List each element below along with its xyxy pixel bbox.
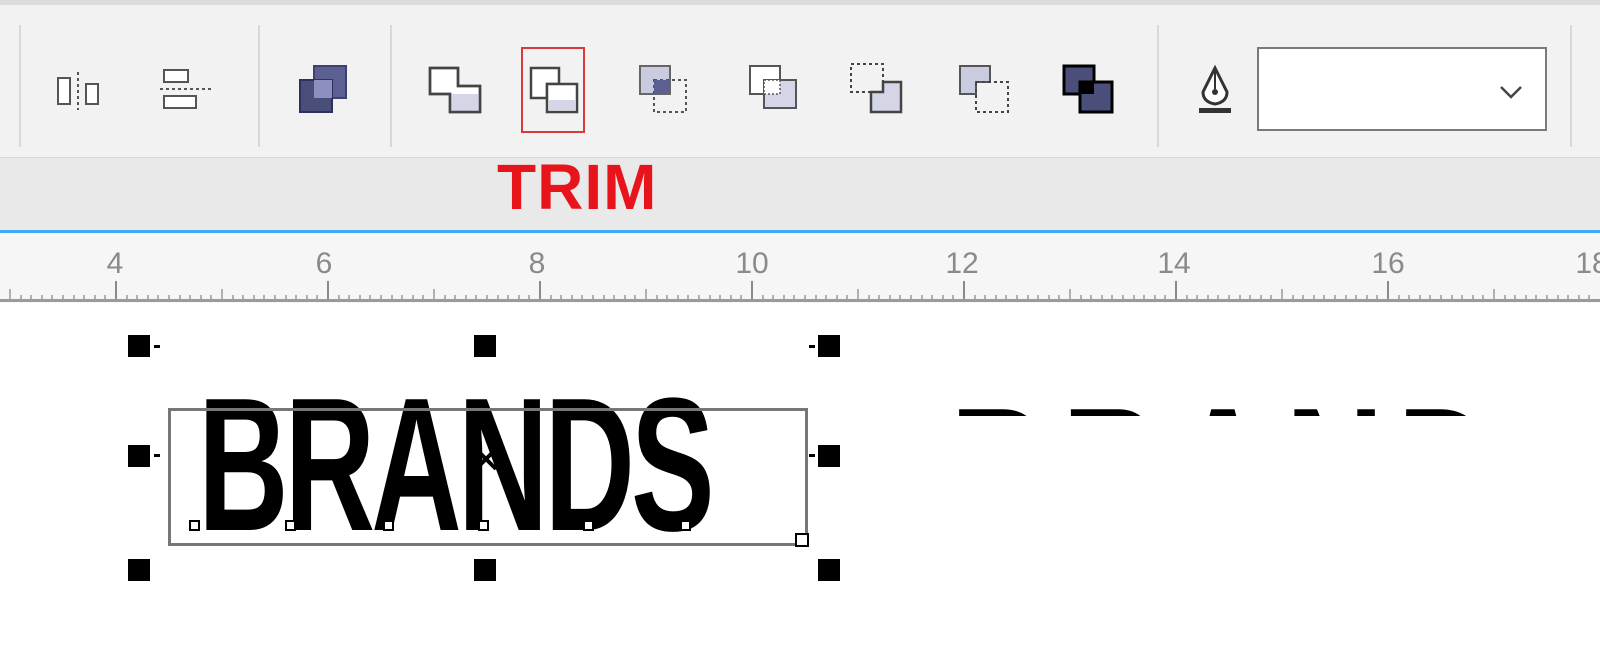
toolbar-separator <box>258 25 260 147</box>
toolbar-separator <box>1570 25 1572 147</box>
ruler-label: 10 <box>735 247 769 280</box>
align-horizontal-button[interactable] <box>156 47 220 133</box>
selection-handle-top-right[interactable] <box>818 335 840 357</box>
selection-handle-middle-left[interactable] <box>128 445 150 467</box>
ruler-label: 6 <box>315 247 333 280</box>
simplify-icon <box>749 65 797 109</box>
outline-pen-button[interactable] <box>1180 47 1250 133</box>
align-horizontal-icon <box>160 69 214 109</box>
weld-icon <box>428 66 482 114</box>
intersect-button[interactable] <box>632 47 696 133</box>
create-boundary-button[interactable] <box>1056 47 1120 133</box>
selection-dash <box>809 454 815 457</box>
ruler-label: 18 <box>1575 247 1600 280</box>
back-minus-front-icon <box>959 65 1009 113</box>
ruler-major-tick <box>327 281 329 301</box>
text-node[interactable] <box>680 520 691 531</box>
ruler-label: 4 <box>106 247 124 280</box>
chevron-down-icon <box>1500 86 1522 99</box>
ruler-major-tick <box>539 281 541 301</box>
front-minus-back-icon <box>850 63 903 114</box>
back-minus-front-button[interactable] <box>952 47 1016 133</box>
rotation-center-icon[interactable] <box>472 445 500 473</box>
horizontal-ruler[interactable]: 4 6 8 10 12 14 16 18 <box>0 233 1600 303</box>
selection-handle-bottom-left[interactable] <box>128 559 150 581</box>
drawing-canvas[interactable]: BRANDS BRANDS <box>0 305 1600 651</box>
selection-handle-bottom-center[interactable] <box>474 559 496 581</box>
ruler-major-tick <box>1175 281 1177 301</box>
ruler-major-tick <box>115 281 117 301</box>
combine-button[interactable] <box>292 47 356 133</box>
ruler-major-tick <box>963 281 965 301</box>
pen-nib-icon <box>1199 64 1231 113</box>
ruler-label: 14 <box>1157 247 1191 280</box>
ruler-label: 16 <box>1371 247 1405 280</box>
ruler-label: 12 <box>945 247 979 280</box>
selection-handle-top-left[interactable] <box>128 335 150 357</box>
toolbar-separator <box>1157 25 1159 147</box>
create-boundary-icon <box>1062 64 1114 114</box>
ruler-label: 8 <box>528 247 546 280</box>
selection-handle-bottom-right[interactable] <box>818 559 840 581</box>
toolbar-separator <box>19 25 21 147</box>
ruler-major-tick <box>1387 281 1389 301</box>
front-minus-back-button[interactable] <box>845 47 909 133</box>
text-node[interactable] <box>383 520 394 531</box>
intersect-icon <box>639 65 687 113</box>
weld-button[interactable] <box>424 47 488 133</box>
align-distribute-button[interactable] <box>50 47 114 133</box>
text-node[interactable] <box>583 520 594 531</box>
selection-handle-top-center[interactable] <box>474 335 496 357</box>
property-bar-toolbar <box>0 0 1600 159</box>
brands-trimmed-clip: BRANDS <box>950 380 1520 416</box>
rectangle-corner-node[interactable] <box>795 533 809 547</box>
selection-handle-middle-right[interactable] <box>818 445 840 467</box>
selection-dash <box>154 345 160 348</box>
align-distribute-icon <box>57 72 99 110</box>
ruler-baseline <box>0 299 1600 302</box>
simplify-button[interactable] <box>742 47 806 133</box>
outline-width-dropdown[interactable] <box>1257 47 1547 131</box>
trim-button[interactable] <box>521 47 585 133</box>
text-node[interactable] <box>189 520 200 531</box>
ruler-major-tick <box>751 281 753 301</box>
toolbar-band <box>0 158 1600 230</box>
selection-dash <box>154 454 160 457</box>
text-node[interactable] <box>285 520 296 531</box>
brands-trimmed-text[interactable]: BRANDS <box>950 380 1520 416</box>
trim-icon <box>529 66 579 114</box>
combine-icon <box>299 65 347 113</box>
trim-annotation-label: TRIM <box>497 151 658 223</box>
toolbar-separator <box>390 25 392 147</box>
selection-dash <box>809 345 815 348</box>
text-node[interactable] <box>478 520 489 531</box>
